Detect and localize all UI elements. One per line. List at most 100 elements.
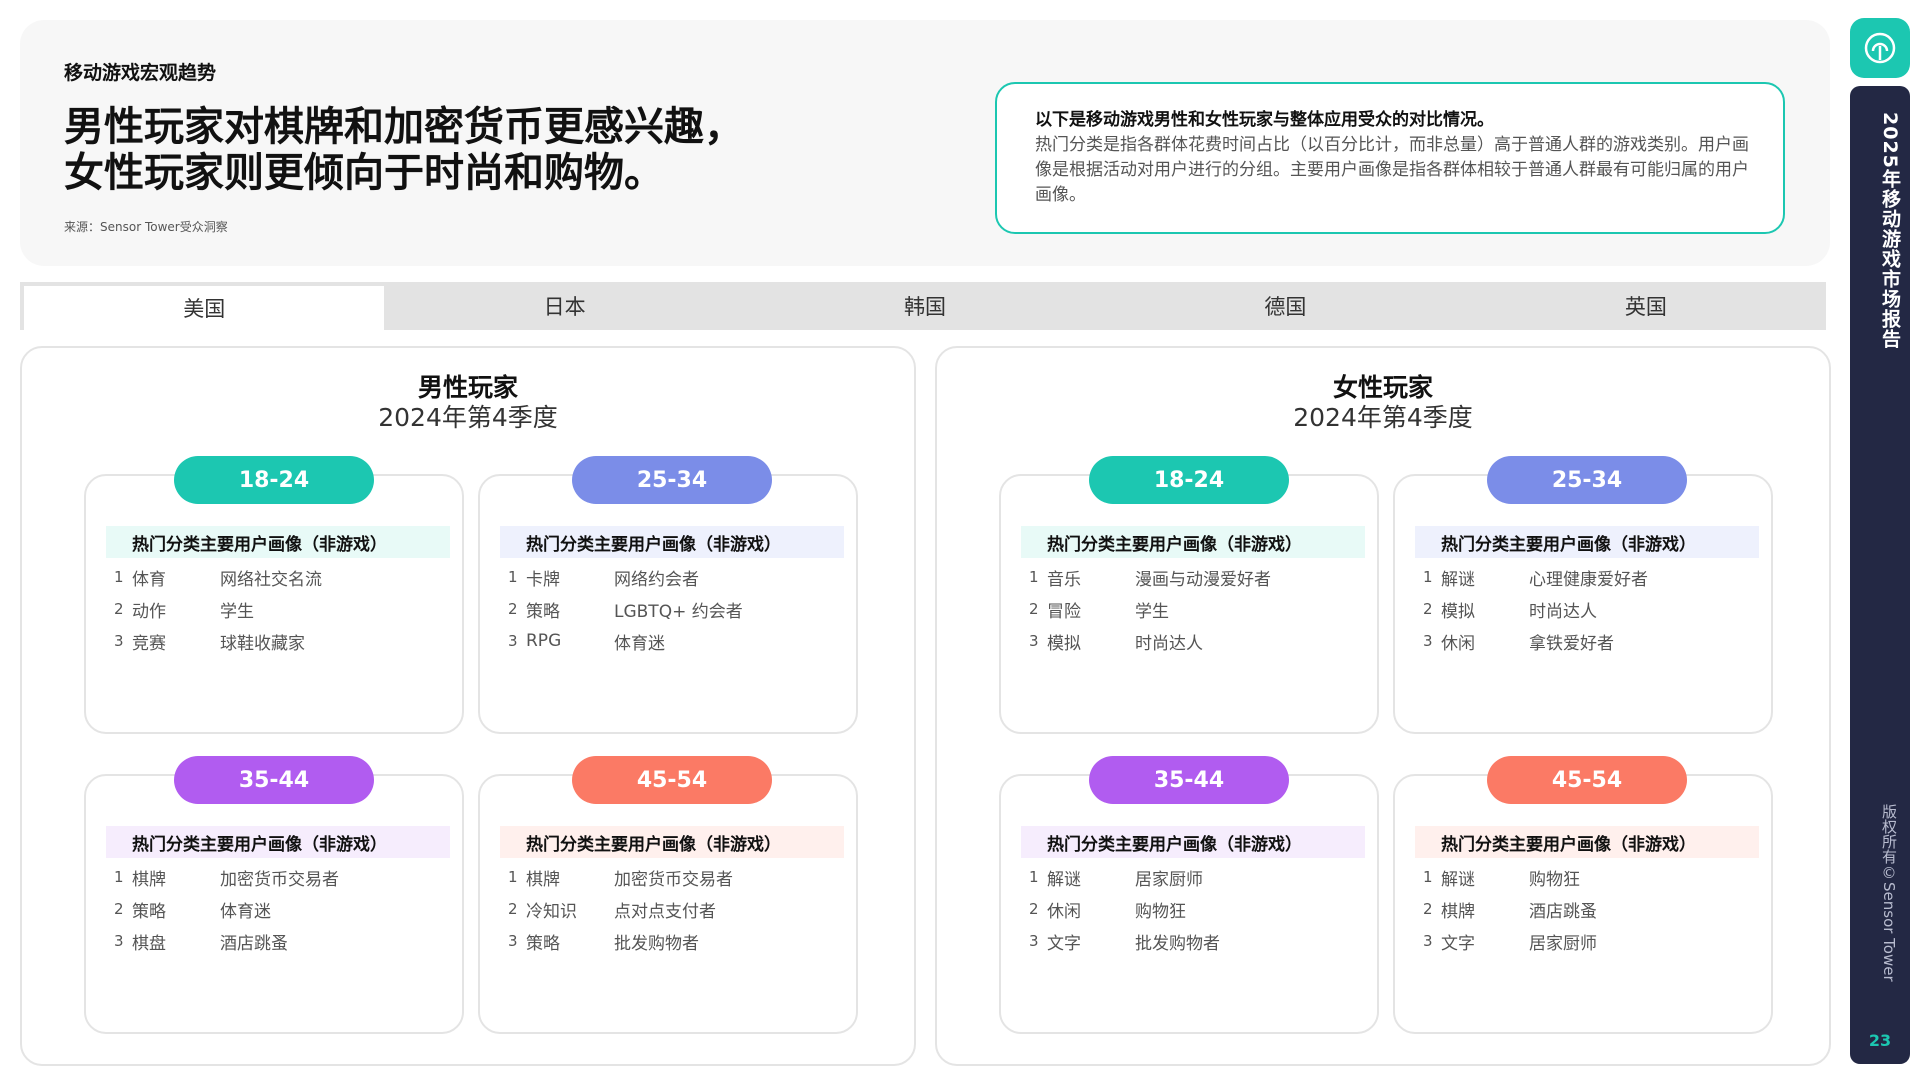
persona: 加密货币交易者: [220, 869, 339, 890]
tab-germany[interactable]: 德国: [1105, 282, 1465, 330]
table-row: 3 棋盘 酒店跳蚤: [106, 926, 450, 956]
headline-line-1: 男性玩家对棋牌和加密货币更感兴趣，: [64, 104, 744, 150]
rank: 2: [1423, 900, 1433, 918]
header-category: 热门分类: [1441, 534, 1509, 555]
header-persona: 主要用户画像（非游戏）: [1509, 834, 1696, 855]
female-players-panel: 女性玩家 2024年第4季度 18-24 热门分类 主要用户画像（非游戏） 1 音乐…: [935, 346, 1831, 1066]
rank: 3: [1423, 632, 1433, 650]
table-row: 3 RPG 体育迷: [500, 626, 844, 656]
persona: 点对点支付者: [614, 901, 716, 922]
age-pill: 35-44: [174, 756, 374, 804]
age-group-card: 35-44 热门分类 主要用户画像（非游戏） 1 解谜 居家厨师 2 休闲 购物狂 3 文字…: [999, 756, 1379, 1034]
persona: 学生: [1135, 601, 1169, 622]
copyright-note: 版权所有©Sensor Tower: [1880, 804, 1898, 982]
category: 冷知识: [526, 901, 577, 922]
persona: 体育迷: [220, 901, 271, 922]
info-box: 以下是移动游戏男性和女性玩家与整体应用受众的对比情况。 热门分类是指各群体花费时…: [995, 82, 1785, 234]
persona: 购物狂: [1529, 869, 1580, 890]
header-persona: 主要用户画像（非游戏）: [1115, 834, 1302, 855]
rank: 2: [1029, 600, 1039, 618]
panel-subtitle: 2024年第4季度: [378, 403, 558, 432]
header-persona: 主要用户画像（非游戏）: [594, 534, 781, 555]
persona: 球鞋收藏家: [220, 633, 305, 654]
rank: 3: [508, 932, 518, 950]
persona: 网络社交名流: [220, 569, 322, 590]
persona: 时尚达人: [1135, 633, 1203, 654]
table-row: 2 休闲 购物狂: [1021, 894, 1365, 924]
persona: 酒店跳蚤: [220, 933, 288, 954]
age-pill: 45-54: [1487, 756, 1687, 804]
table-row: 2 动作 学生: [106, 594, 450, 624]
table-header: 热门分类 主要用户画像（非游戏）: [1415, 826, 1759, 858]
category: 策略: [526, 601, 560, 622]
table-header: 热门分类 主要用户画像（非游戏）: [1021, 826, 1365, 858]
table-row: 2 策略 体育迷: [106, 894, 450, 924]
source-note: 来源：Sensor Tower受众洞察: [64, 220, 228, 234]
sensor-tower-logo-icon: [1850, 18, 1910, 78]
age-group-card: 25-34 热门分类 主要用户画像（非游戏） 1 卡牌 网络约会者 2 策略 LGBTQ+…: [478, 456, 858, 734]
persona: 体育迷: [614, 633, 665, 654]
category: 策略: [132, 901, 166, 922]
info-title: 以下是移动游戏男性和女性玩家与整体应用受众的对比情况。: [1035, 110, 1494, 130]
rank: 2: [114, 600, 124, 618]
header-persona: 主要用户画像（非游戏）: [1509, 534, 1696, 555]
persona: 学生: [220, 601, 254, 622]
table-row: 1 解谜 心理健康爱好者: [1415, 562, 1759, 592]
table-row: 1 棋牌 加密货币交易者: [106, 862, 450, 892]
age-group-card: 45-54 热门分类 主要用户画像（非游戏） 1 解谜 购物狂 2 棋牌 酒店跳蚤 3 文字…: [1393, 756, 1773, 1034]
rank: 1: [508, 568, 518, 586]
persona: 心理健康爱好者: [1529, 569, 1648, 590]
age-pill: 25-34: [572, 456, 772, 504]
header-category: 热门分类: [1441, 834, 1509, 855]
tab-us[interactable]: 美国: [24, 286, 385, 330]
rank: 1: [114, 568, 124, 586]
table-row: 1 体育 网络社交名流: [106, 562, 450, 592]
rank: 1: [114, 868, 124, 886]
category: 棋牌: [1441, 901, 1475, 922]
rank: 1: [1423, 868, 1433, 886]
tab-uk[interactable]: 英国: [1466, 282, 1826, 330]
age-group-card: 18-24 热门分类 主要用户画像（非游戏） 1 体育 网络社交名流 2 动作 学生 3竞…: [84, 456, 464, 734]
category: 棋牌: [526, 869, 560, 890]
category: 音乐: [1047, 569, 1081, 590]
table-row: 3 竞赛 球鞋收藏家: [106, 626, 450, 656]
category: 模拟: [1441, 601, 1475, 622]
page-number: 23: [1868, 1031, 1892, 1050]
rank: 1: [1423, 568, 1433, 586]
table-row: 2 冒险 学生: [1021, 594, 1365, 624]
table-header: 热门分类 主要用户画像（非游戏）: [106, 526, 450, 558]
header-persona: 主要用户画像（非游戏）: [200, 534, 387, 555]
category: 冒险: [1047, 601, 1081, 622]
age-group-card: 18-24 热门分类 主要用户画像（非游戏） 1 音乐 漫画与动漫爱好者 2 冒险 学生 …: [999, 456, 1379, 734]
table-header: 热门分类 主要用户画像（非游戏）: [500, 826, 844, 858]
persona: 加密货币交易者: [614, 869, 733, 890]
table-header: 热门分类 主要用户画像（非游戏）: [106, 826, 450, 858]
country-tabs: 美国 日本 韩国 德国 英国: [20, 282, 1826, 330]
category: 文字: [1047, 933, 1081, 954]
rank: 3: [114, 632, 124, 650]
age-group-card: 35-44 热门分类 主要用户画像（非游戏） 1 棋牌 加密货币交易者 2 策略 体育迷 …: [84, 756, 464, 1034]
category: 动作: [132, 601, 166, 622]
logo-mark-icon: [1864, 32, 1896, 64]
tab-korea[interactable]: 韩国: [745, 282, 1105, 330]
category: 文字: [1441, 933, 1475, 954]
headline-line-2: 女性玩家则更倾向于时尚和购物。: [64, 150, 664, 196]
tab-japan[interactable]: 日本: [384, 282, 744, 330]
category: 解谜: [1441, 569, 1475, 590]
category: 卡牌: [526, 569, 560, 590]
header-category: 热门分类: [526, 534, 594, 555]
category: 棋牌: [132, 869, 166, 890]
age-pill: 18-24: [1089, 456, 1289, 504]
persona: 居家厨师: [1135, 869, 1203, 890]
rank: 1: [1029, 568, 1039, 586]
report-sidebar: 2025年移动游戏市场报告 版权所有©Sensor Tower 23: [1850, 86, 1910, 1064]
section-kicker: 移动游戏宏观趋势: [64, 62, 217, 84]
header-card: 移动游戏宏观趋势 男性玩家对棋牌和加密货币更感兴趣， 女性玩家则更倾向于时尚和购…: [20, 20, 1830, 266]
category: 体育: [132, 569, 166, 590]
table-row: 1 棋牌 加密货币交易者: [500, 862, 844, 892]
page-headline: 男性玩家对棋牌和加密货币更感兴趣， 女性玩家则更倾向于时尚和购物。: [64, 104, 744, 196]
persona: 时尚达人: [1529, 601, 1597, 622]
category: RPG: [526, 631, 562, 651]
category: 策略: [526, 933, 560, 954]
age-pill: 45-54: [572, 756, 772, 804]
